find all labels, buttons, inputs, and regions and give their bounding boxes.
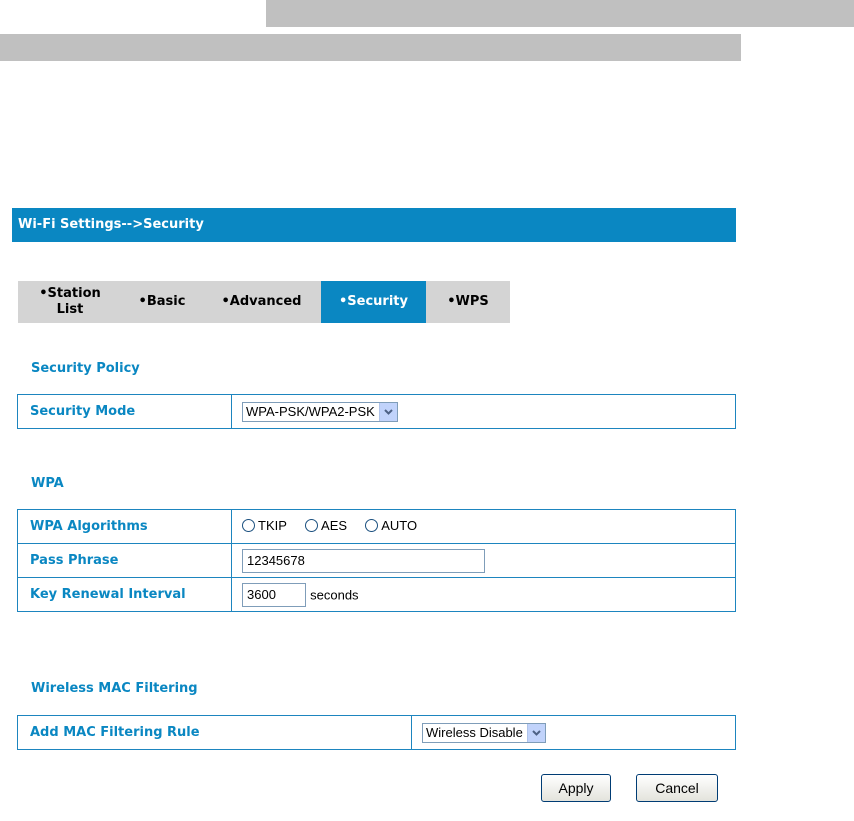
- tab-bar: •Station List •Basic •Advanced •Security …: [18, 281, 510, 323]
- wpa-table: WPA Algorithms TKIP AES AUTO Pass Phrase…: [17, 509, 736, 612]
- key-renewal-unit: seconds: [310, 587, 359, 602]
- radio-tkip[interactable]: TKIP: [242, 518, 287, 533]
- tab-basic[interactable]: •Basic: [122, 281, 202, 323]
- security-policy-heading: Security Policy: [31, 361, 140, 376]
- pass-phrase-label: Pass Phrase: [17, 543, 232, 578]
- wpa-algorithms-label: WPA Algorithms: [17, 509, 232, 544]
- radio-tkip-label: TKIP: [258, 517, 287, 533]
- tab-security[interactable]: •Security: [321, 281, 426, 323]
- security-policy-table: Security Mode WPA-PSK/WPA2-PSK: [17, 394, 736, 429]
- tab-station-list-line1: •Station: [39, 286, 101, 301]
- mac-filter-rule-cell: Wireless Disable: [411, 715, 736, 750]
- mac-filtering-table: Add MAC Filtering Rule Wireless Disable: [17, 715, 736, 750]
- key-renewal-label: Key Renewal Interval: [17, 577, 232, 612]
- radio-circle-icon: [365, 518, 379, 532]
- radio-circle-icon: [305, 518, 319, 532]
- radio-aes-label: AES: [321, 517, 348, 533]
- apply-button[interactable]: Apply: [541, 774, 611, 802]
- radio-aes[interactable]: AES: [305, 518, 347, 533]
- key-renewal-cell: seconds: [231, 577, 736, 612]
- security-mode-label: Security Mode: [17, 394, 232, 429]
- pass-phrase-input[interactable]: [242, 548, 485, 573]
- page-title-bar: Wi-Fi Settings-->Security: [12, 208, 736, 242]
- top-banner-bar: [266, 0, 854, 27]
- cancel-button[interactable]: Cancel: [636, 774, 718, 802]
- radio-auto-label: AUTO: [381, 517, 418, 533]
- tab-station-list-line2: List: [56, 302, 84, 317]
- security-mode-select[interactable]: WPA-PSK/WPA2-PSK: [242, 401, 398, 422]
- tab-station-list[interactable]: •Station List: [18, 281, 122, 323]
- chevron-down-icon: [526, 723, 545, 742]
- radio-auto[interactable]: AUTO: [365, 518, 417, 533]
- radio-circle-icon: [242, 518, 255, 532]
- mac-filter-rule-value: Wireless Disable: [426, 725, 523, 740]
- chevron-down-icon: [378, 402, 397, 421]
- secondary-banner-bar: [0, 34, 741, 61]
- mac-filter-rule-label: Add MAC Filtering Rule: [17, 715, 412, 750]
- wpa-algorithms-cell: TKIP AES AUTO: [231, 509, 736, 544]
- pass-phrase-cell: [231, 543, 736, 578]
- security-mode-value: WPA-PSK/WPA2-PSK: [246, 404, 375, 419]
- tab-wps[interactable]: •WPS: [426, 281, 510, 323]
- wpa-heading: WPA: [31, 476, 64, 491]
- page-title: Wi-Fi Settings-->Security: [18, 217, 204, 232]
- tab-advanced[interactable]: •Advanced: [202, 281, 321, 323]
- mac-filtering-heading: Wireless MAC Filtering: [31, 681, 198, 696]
- security-mode-cell: WPA-PSK/WPA2-PSK: [231, 394, 736, 429]
- mac-filter-rule-select[interactable]: Wireless Disable: [422, 722, 546, 743]
- key-renewal-input[interactable]: [242, 582, 306, 607]
